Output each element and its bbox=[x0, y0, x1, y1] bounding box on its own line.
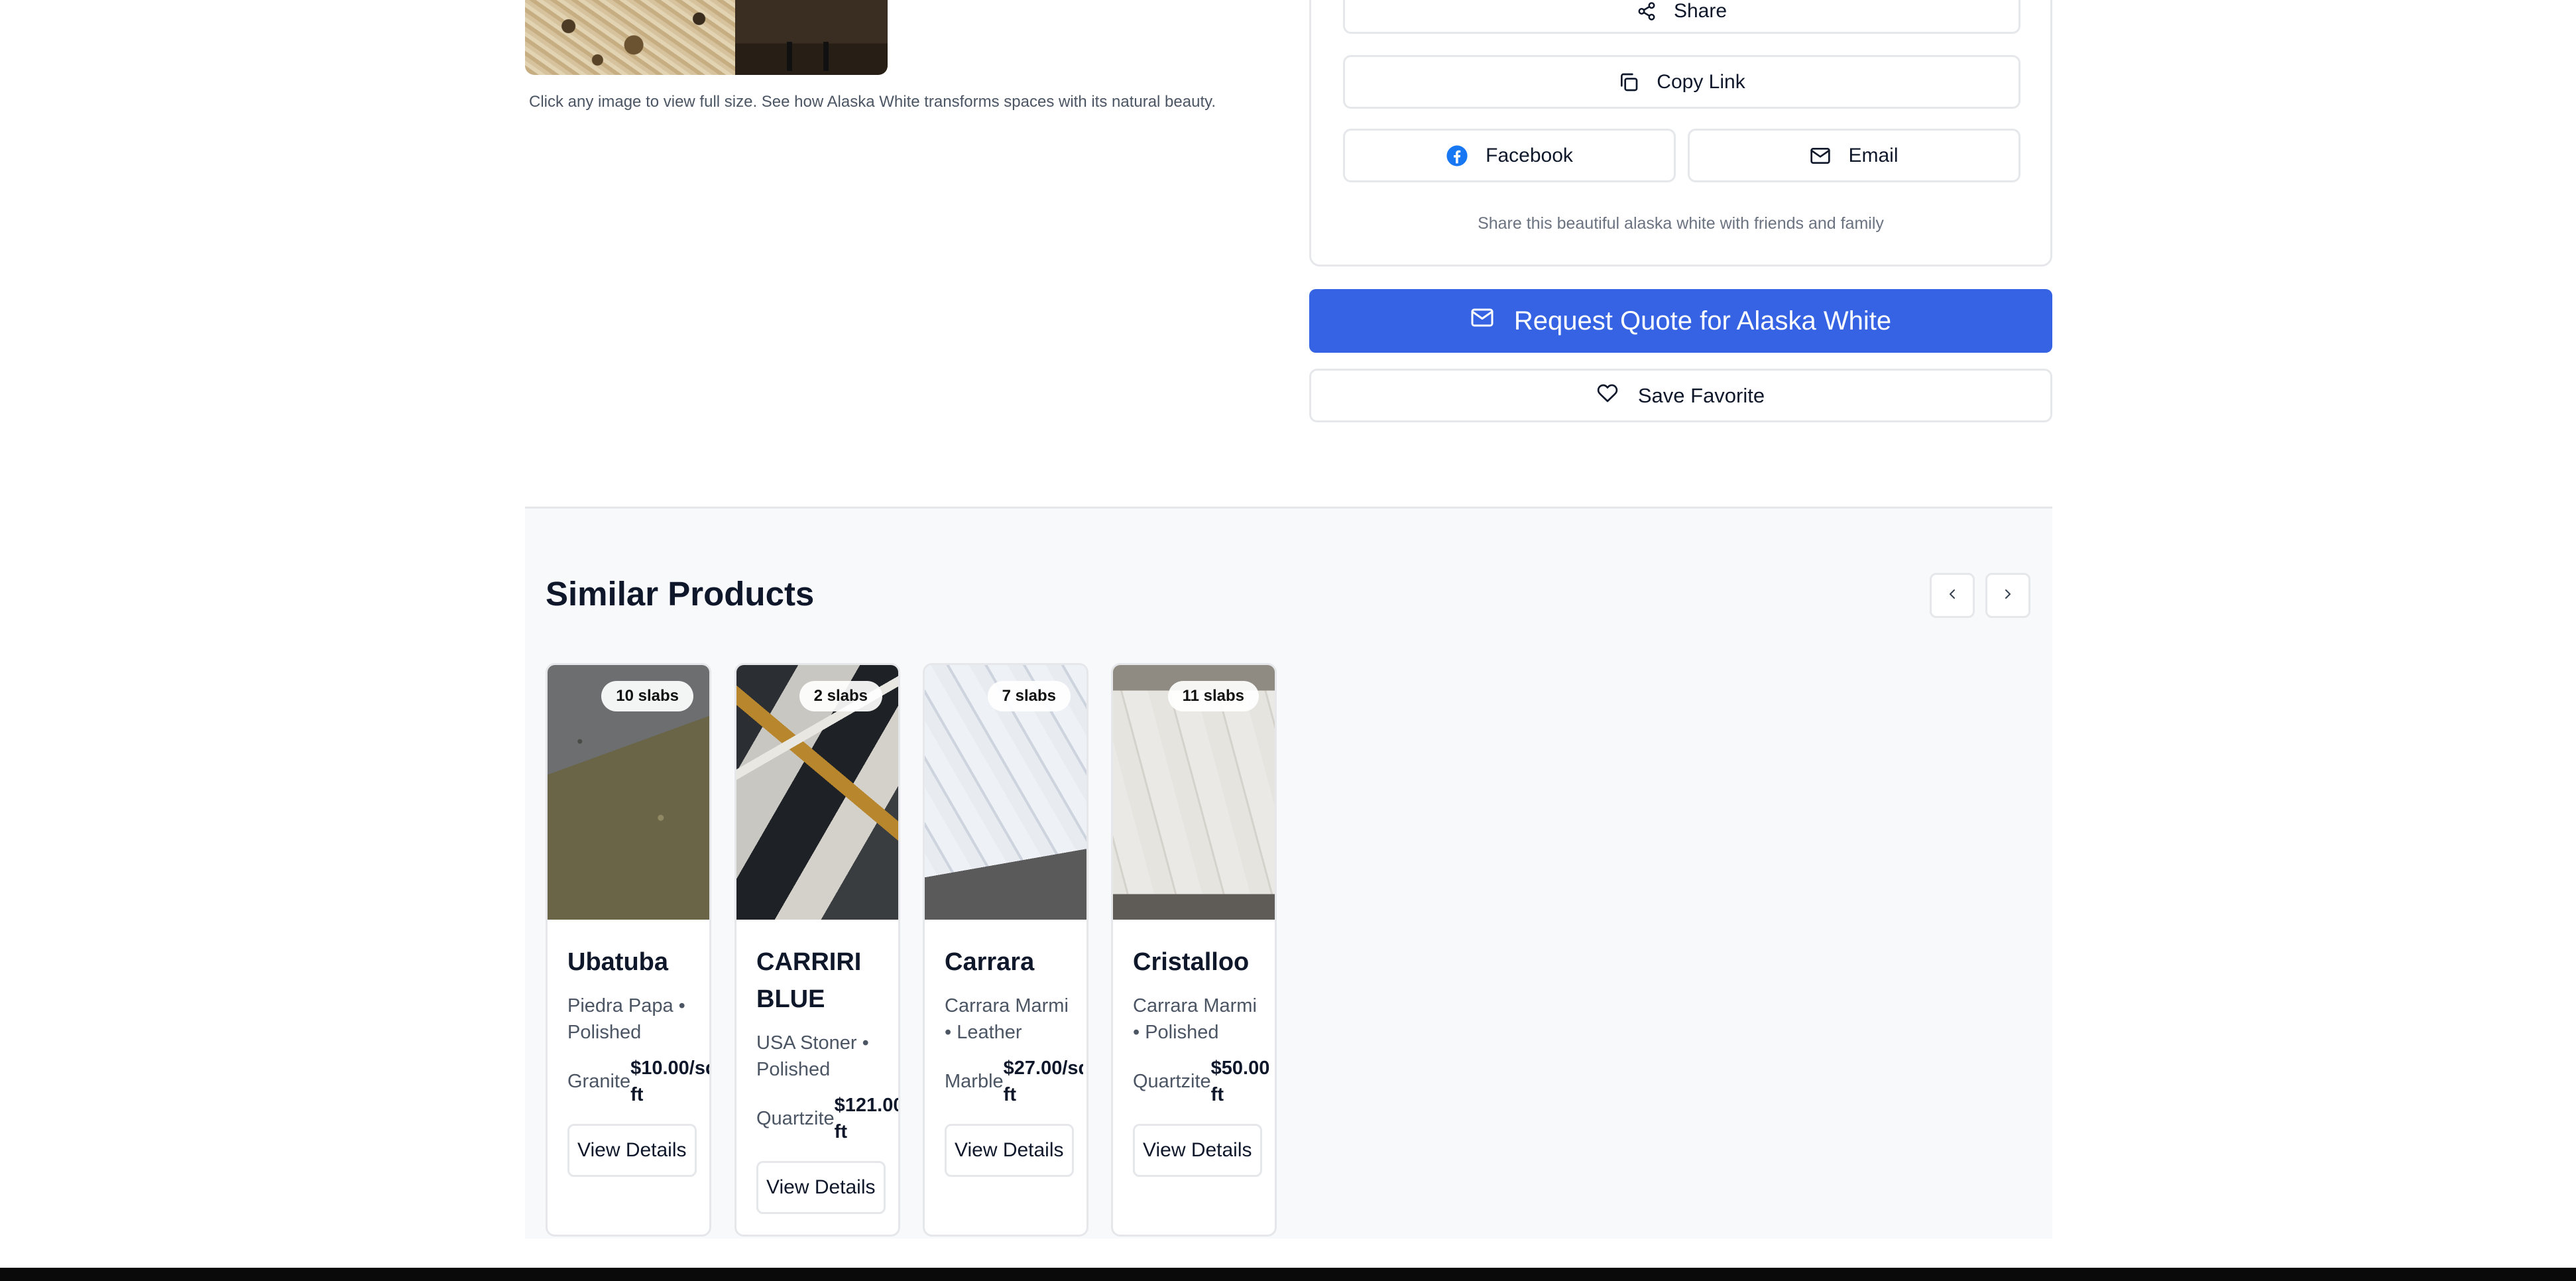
product-name: Cristalloo bbox=[1133, 948, 1250, 976]
facebook-label: Facebook bbox=[1486, 144, 1573, 166]
save-favorite-label: Save Favorite bbox=[1637, 383, 1765, 407]
email-label: Email bbox=[1848, 144, 1899, 166]
product-price: $50.00 ft bbox=[1210, 1058, 1270, 1105]
product-price: $27.00/sq ft bbox=[1003, 1058, 1083, 1105]
share-label: Share bbox=[1673, 0, 1727, 22]
slab-count-badge: 7 slabs bbox=[987, 681, 1071, 711]
view-details-button[interactable]: View Details bbox=[567, 1124, 697, 1177]
cabinet-handle bbox=[823, 42, 829, 71]
mail-icon bbox=[1810, 145, 1831, 166]
save-favorite-button[interactable]: Save Favorite bbox=[1309, 369, 2052, 422]
cabinet-graphic bbox=[735, 0, 888, 75]
product-type: Marble bbox=[945, 1071, 1004, 1092]
carousel-next-button[interactable] bbox=[1985, 573, 2030, 618]
product-name: Carrara bbox=[945, 948, 1035, 976]
copy-icon bbox=[1618, 72, 1639, 93]
view-details-button[interactable]: View Details bbox=[756, 1161, 886, 1214]
product-name: Ubatuba bbox=[567, 948, 668, 976]
share-button[interactable]: Share bbox=[1343, 0, 2020, 34]
email-share-button[interactable]: Email bbox=[1688, 129, 2020, 182]
request-quote-button[interactable]: Request Quote for Alaska White bbox=[1309, 289, 2052, 353]
view-details-button[interactable]: View Details bbox=[1133, 1124, 1262, 1177]
slab-count-badge: 2 slabs bbox=[799, 681, 882, 711]
share-card: Share Copy Link Facebook Email Share thi… bbox=[1309, 0, 2052, 267]
heart-icon bbox=[1597, 383, 1618, 409]
cabinet-handle bbox=[787, 42, 792, 71]
gallery-caption: Click any image to view full size. See h… bbox=[529, 93, 1216, 111]
gallery-image[interactable] bbox=[525, 0, 888, 75]
facebook-icon bbox=[1446, 145, 1468, 167]
product-supplier-finish: Carrara Marmi • Polished bbox=[1133, 995, 1257, 1043]
share-hint: Share this beautiful alaska white with f… bbox=[1478, 214, 1884, 233]
product-supplier-finish: USA Stoner • Polished bbox=[756, 1032, 869, 1080]
product-supplier-finish: Carrara Marmi • Leather bbox=[945, 995, 1069, 1043]
carousel-prev-button[interactable] bbox=[1930, 573, 1975, 618]
product-card[interactable]: 7 slabs Carrara Carrara Marmi • Leather … bbox=[923, 663, 1088, 1237]
share-icon bbox=[1637, 1, 1657, 21]
facebook-share-button[interactable]: Facebook bbox=[1343, 129, 1676, 182]
product-card[interactable]: 11 slabs Cristalloo Carrara Marmi • Poli… bbox=[1111, 663, 1277, 1237]
product-card[interactable]: 2 slabs CARRIRI BLUE USA Stoner • Polish… bbox=[734, 663, 900, 1237]
product-type: Quartzite bbox=[1133, 1071, 1211, 1092]
mail-icon bbox=[1470, 306, 1494, 336]
product-card[interactable]: 10 slabs Ubatuba Piedra Papa • Polished … bbox=[546, 663, 711, 1237]
chevron-right-icon bbox=[2000, 586, 2016, 605]
slab-count-badge: 10 slabs bbox=[601, 681, 693, 711]
view-details-button[interactable]: View Details bbox=[945, 1124, 1074, 1177]
chevron-left-icon bbox=[1944, 586, 1960, 605]
copy-link-label: Copy Link bbox=[1657, 70, 1745, 93]
slab-count-badge: 11 slabs bbox=[1167, 681, 1259, 711]
product-supplier-finish: Piedra Papa • Polished bbox=[567, 995, 685, 1043]
similar-products-title: Similar Products bbox=[546, 575, 815, 613]
product-price: $121.00 ft bbox=[834, 1095, 898, 1142]
product-type: Quartzite bbox=[756, 1108, 835, 1129]
request-quote-label: Request Quote for Alaska White bbox=[1513, 306, 1892, 336]
product-page: Click any image to view full size. See h… bbox=[0, 0, 2576, 1268]
product-type: Granite bbox=[567, 1071, 631, 1092]
product-price: $10.00/sq ft bbox=[630, 1058, 709, 1105]
product-name: CARRIRI BLUE bbox=[756, 948, 862, 1013]
window-bottom-edge bbox=[0, 1268, 2576, 1281]
copy-link-button[interactable]: Copy Link bbox=[1343, 55, 2020, 109]
